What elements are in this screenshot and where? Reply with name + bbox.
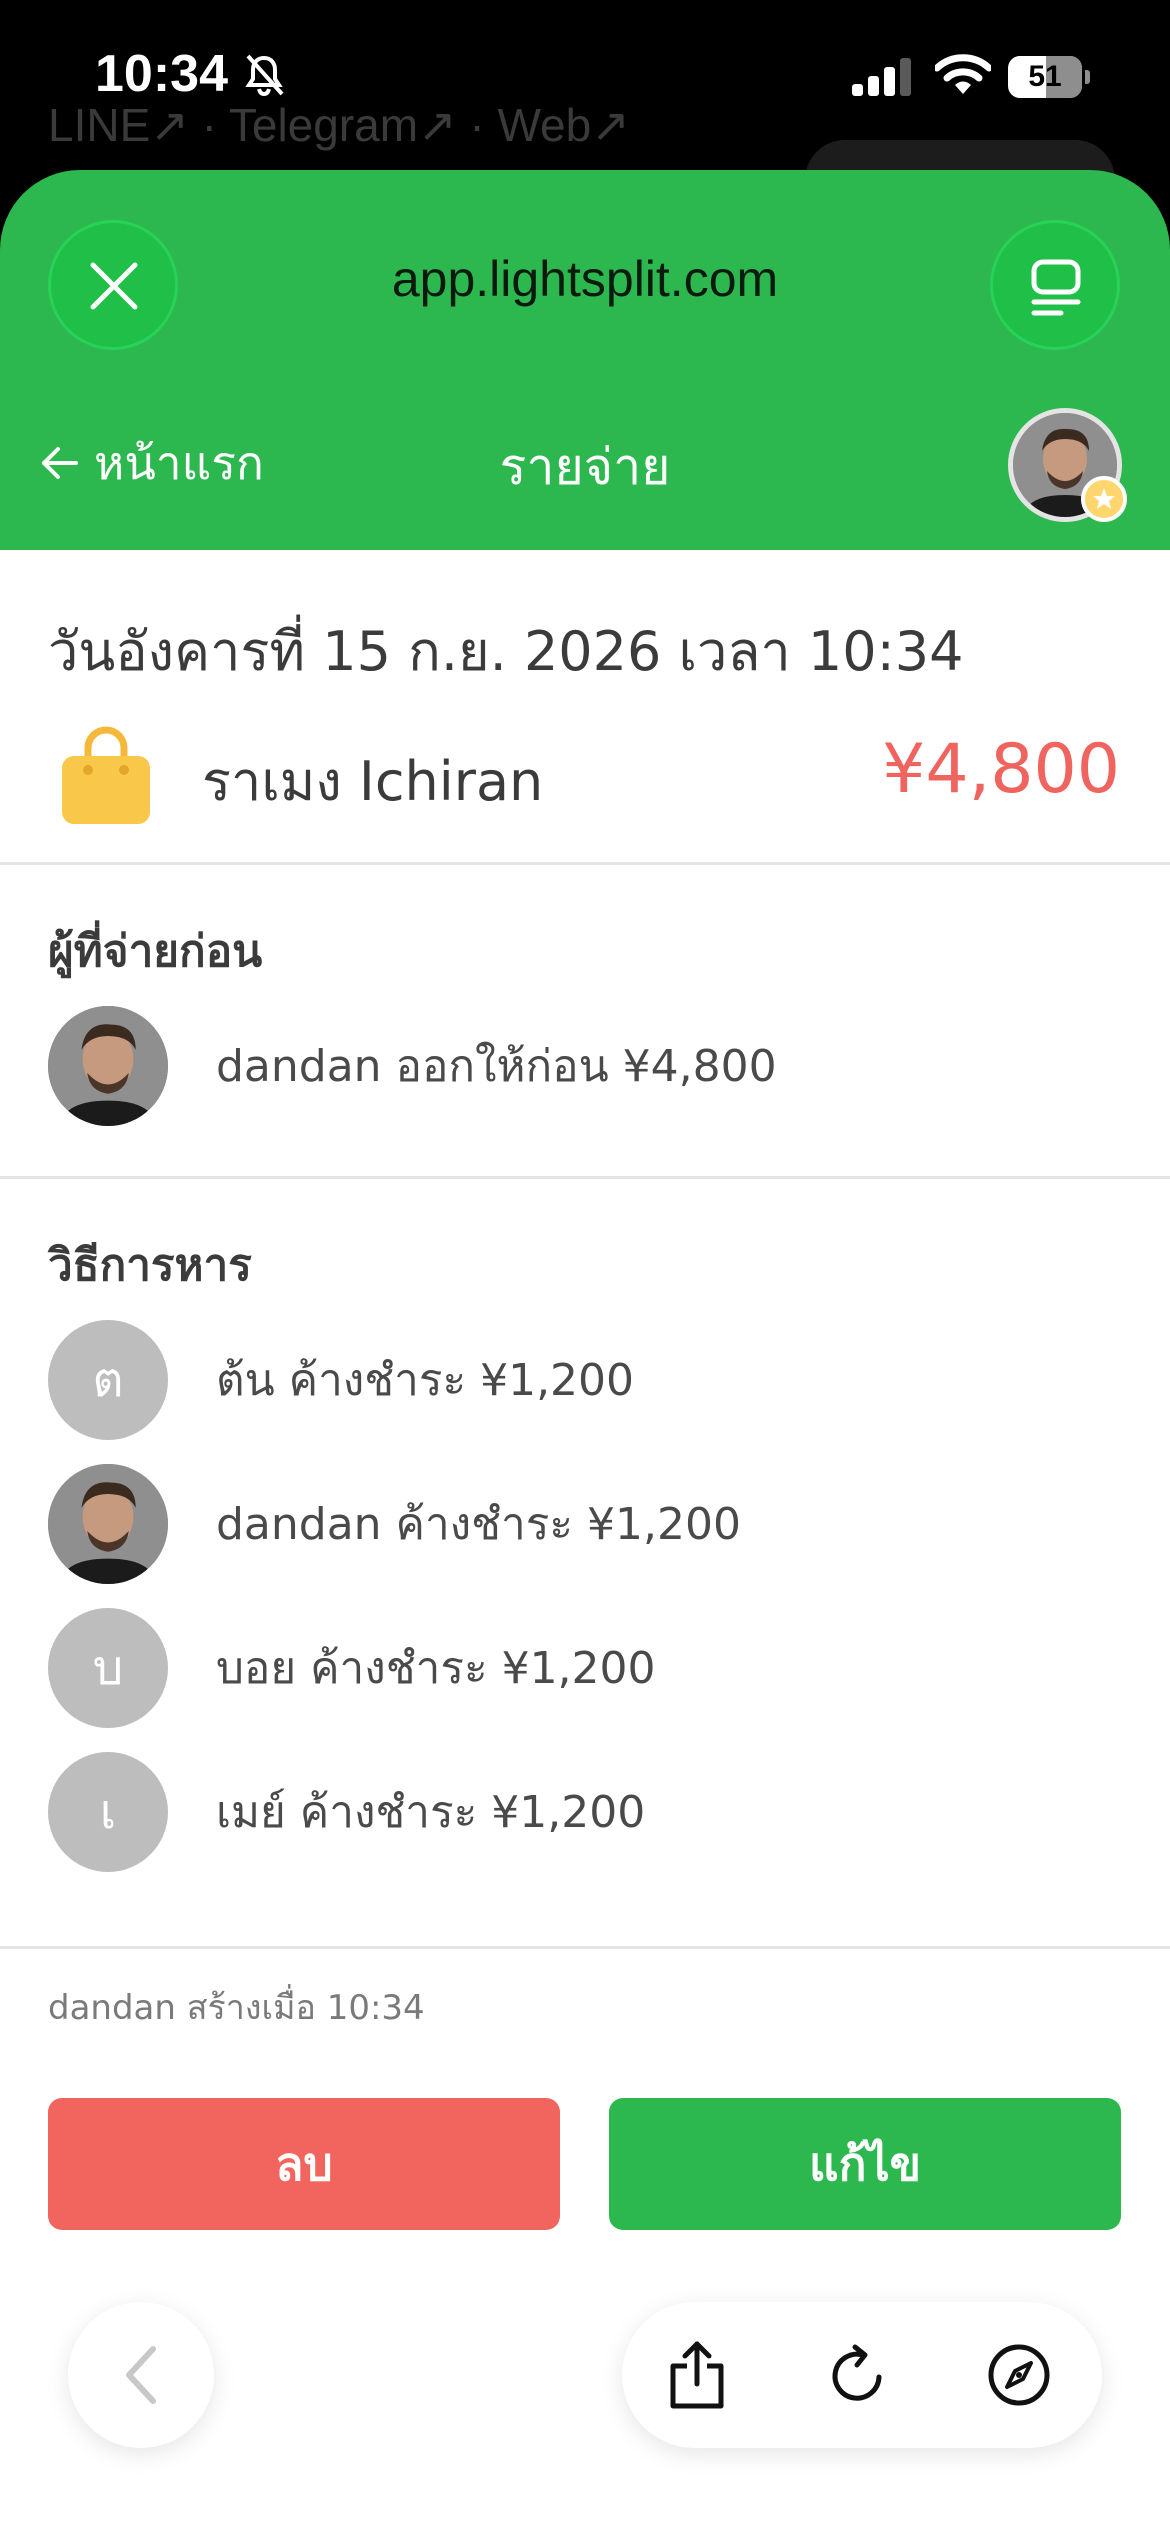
page-menu-icon — [1031, 259, 1081, 316]
app-header: app.lightsplit.com หน้าแรก รายจ่าย — [0, 170, 1170, 550]
share-button[interactable] — [662, 2340, 732, 2410]
split-title: วิธีการหาร — [48, 1240, 252, 1291]
expense-amount: ¥4,800 — [882, 730, 1120, 809]
premium-star-badge — [1081, 476, 1127, 522]
split-text: dandan ค้างชำระ ¥1,200 — [216, 1499, 741, 1550]
reload-button[interactable] — [822, 2340, 892, 2410]
arrow-left-icon — [42, 447, 78, 479]
split-row: ต ต้น ค้างชำระ ¥1,200 — [48, 1320, 634, 1440]
user-photo — [48, 1464, 168, 1584]
avatar — [48, 1464, 168, 1584]
payer-text: dandan ออกให้ก่อน ¥4,800 — [216, 1041, 777, 1092]
expense-detail: วันอังคารที่ 15 ก.ย. 2026 เวลา 10:34 ราเ… — [0, 550, 1170, 2532]
user-photo — [48, 1006, 168, 1126]
bell-muted-icon — [245, 54, 284, 97]
avatar — [48, 1006, 168, 1126]
paid-by-title: ผู้ที่จ่ายก่อน — [48, 926, 263, 977]
wifi-icon — [935, 54, 991, 94]
shopping-bag-icon — [62, 726, 150, 824]
avatar: บ — [48, 1608, 168, 1728]
browser-url[interactable]: app.lightsplit.com — [250, 250, 920, 308]
avatar: ต — [48, 1320, 168, 1440]
battery-level: 51 — [1028, 60, 1062, 93]
avatar: เ — [48, 1752, 168, 1872]
divider — [0, 862, 1170, 865]
delete-button[interactable]: ลบ — [48, 2098, 560, 2230]
status-bar: LINE↗ · Telegram↗ · Web↗ 10:34 51 — [0, 0, 1170, 220]
share-icon — [670, 2341, 724, 2409]
background-links: LINE↗ · Telegram↗ · Web↗ — [48, 99, 630, 151]
browser-menu-button[interactable] — [990, 220, 1120, 350]
compass-icon — [988, 2344, 1050, 2406]
reload-icon — [832, 2344, 882, 2401]
browser-toolbar — [622, 2302, 1102, 2448]
browser-back-button[interactable] — [68, 2302, 214, 2448]
divider — [0, 1946, 1170, 1949]
split-row: บ บอย ค้างชำระ ¥1,200 — [48, 1608, 656, 1728]
status-time: 10:34 — [95, 45, 228, 103]
cellular-signal-icon — [852, 58, 911, 96]
nav-back-label: หน้าแรก — [94, 435, 264, 490]
nav-back-button[interactable]: หน้าแรก — [40, 428, 264, 498]
split-text: ต้น ค้างชำระ ¥1,200 — [216, 1355, 635, 1406]
close-browser-button[interactable] — [48, 220, 178, 350]
battery-indicator: 51 — [1008, 56, 1090, 98]
edit-button[interactable]: แก้ไข — [609, 2098, 1121, 2230]
split-text: เมย์ ค้างชำระ ¥1,200 — [216, 1787, 646, 1838]
expense-name: ราเมง Ichiran — [202, 750, 544, 813]
split-row: dandan ค้างชำระ ¥1,200 — [48, 1464, 741, 1584]
close-icon — [90, 262, 138, 310]
split-row: เ เมย์ ค้างชำระ ¥1,200 — [48, 1752, 645, 1872]
created-info: dandan สร้างเมื่อ 10:34 — [48, 1988, 425, 2028]
star-icon — [1093, 488, 1115, 509]
chevron-left-icon — [126, 2346, 156, 2404]
page-title: รายจ่าย — [499, 438, 671, 496]
open-in-safari-button[interactable] — [984, 2340, 1054, 2410]
split-text: บอย ค้างชำระ ¥1,200 — [216, 1643, 656, 1694]
payer-row: dandan ออกให้ก่อน ¥4,800 — [48, 1006, 777, 1126]
divider — [0, 1176, 1170, 1179]
expense-date: วันอังคารที่ 15 ก.ย. 2026 เวลา 10:34 — [48, 620, 964, 683]
